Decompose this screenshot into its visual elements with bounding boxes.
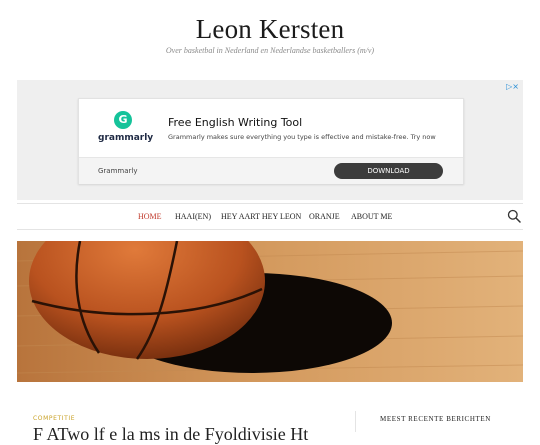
ad-download-button[interactable]: DOWNLOAD bbox=[334, 163, 443, 179]
site-tagline: Over basketbal in Nederland en Nederland… bbox=[165, 46, 375, 55]
ad-banner[interactable]: ▷× G grammarly Free English Writing Tool… bbox=[17, 80, 523, 200]
site-title[interactable]: Leon Kersten bbox=[0, 14, 540, 45]
post-category[interactable]: COMPETITIE bbox=[33, 415, 75, 422]
hero-image bbox=[17, 241, 523, 382]
nav-item-oranje[interactable]: ORANJE bbox=[309, 212, 340, 221]
basketball-on-court-image bbox=[17, 241, 523, 382]
ad-description: Grammarly makes sure everything you type… bbox=[168, 133, 436, 141]
main-navigation: HOME HAAI(EN) HEY AART HEY LEON ORANJE A… bbox=[17, 203, 523, 230]
ad-footer: Grammarly DOWNLOAD bbox=[79, 157, 463, 184]
ad-choices-icon[interactable]: ▷× bbox=[506, 82, 519, 91]
nav-item-haaien[interactable]: HAAI(EN) bbox=[175, 212, 211, 221]
post-title[interactable]: F ATwo lf e la ms in de Fyoldivisie Ht bbox=[33, 424, 308, 445]
grammarly-logo-icon: G bbox=[114, 111, 132, 129]
nav-item-about-me[interactable]: ABOUT ME bbox=[351, 212, 392, 221]
ad-headline[interactable]: Free English Writing Tool bbox=[168, 116, 302, 129]
ad-brand-logo-text: grammarly bbox=[98, 133, 154, 143]
nav-item-hey-aart-hey-leon[interactable]: HEY AART HEY LEON bbox=[221, 212, 301, 221]
sidebar-heading-recent-posts: MEEST RECENTE BERICHTEN bbox=[380, 415, 491, 423]
ad-advertiser: Grammarly bbox=[98, 167, 138, 175]
ad-card[interactable]: G grammarly Free English Writing Tool Gr… bbox=[78, 98, 464, 184]
search-icon[interactable] bbox=[507, 209, 521, 223]
column-divider bbox=[355, 411, 356, 432]
nav-item-home[interactable]: HOME bbox=[138, 212, 162, 221]
